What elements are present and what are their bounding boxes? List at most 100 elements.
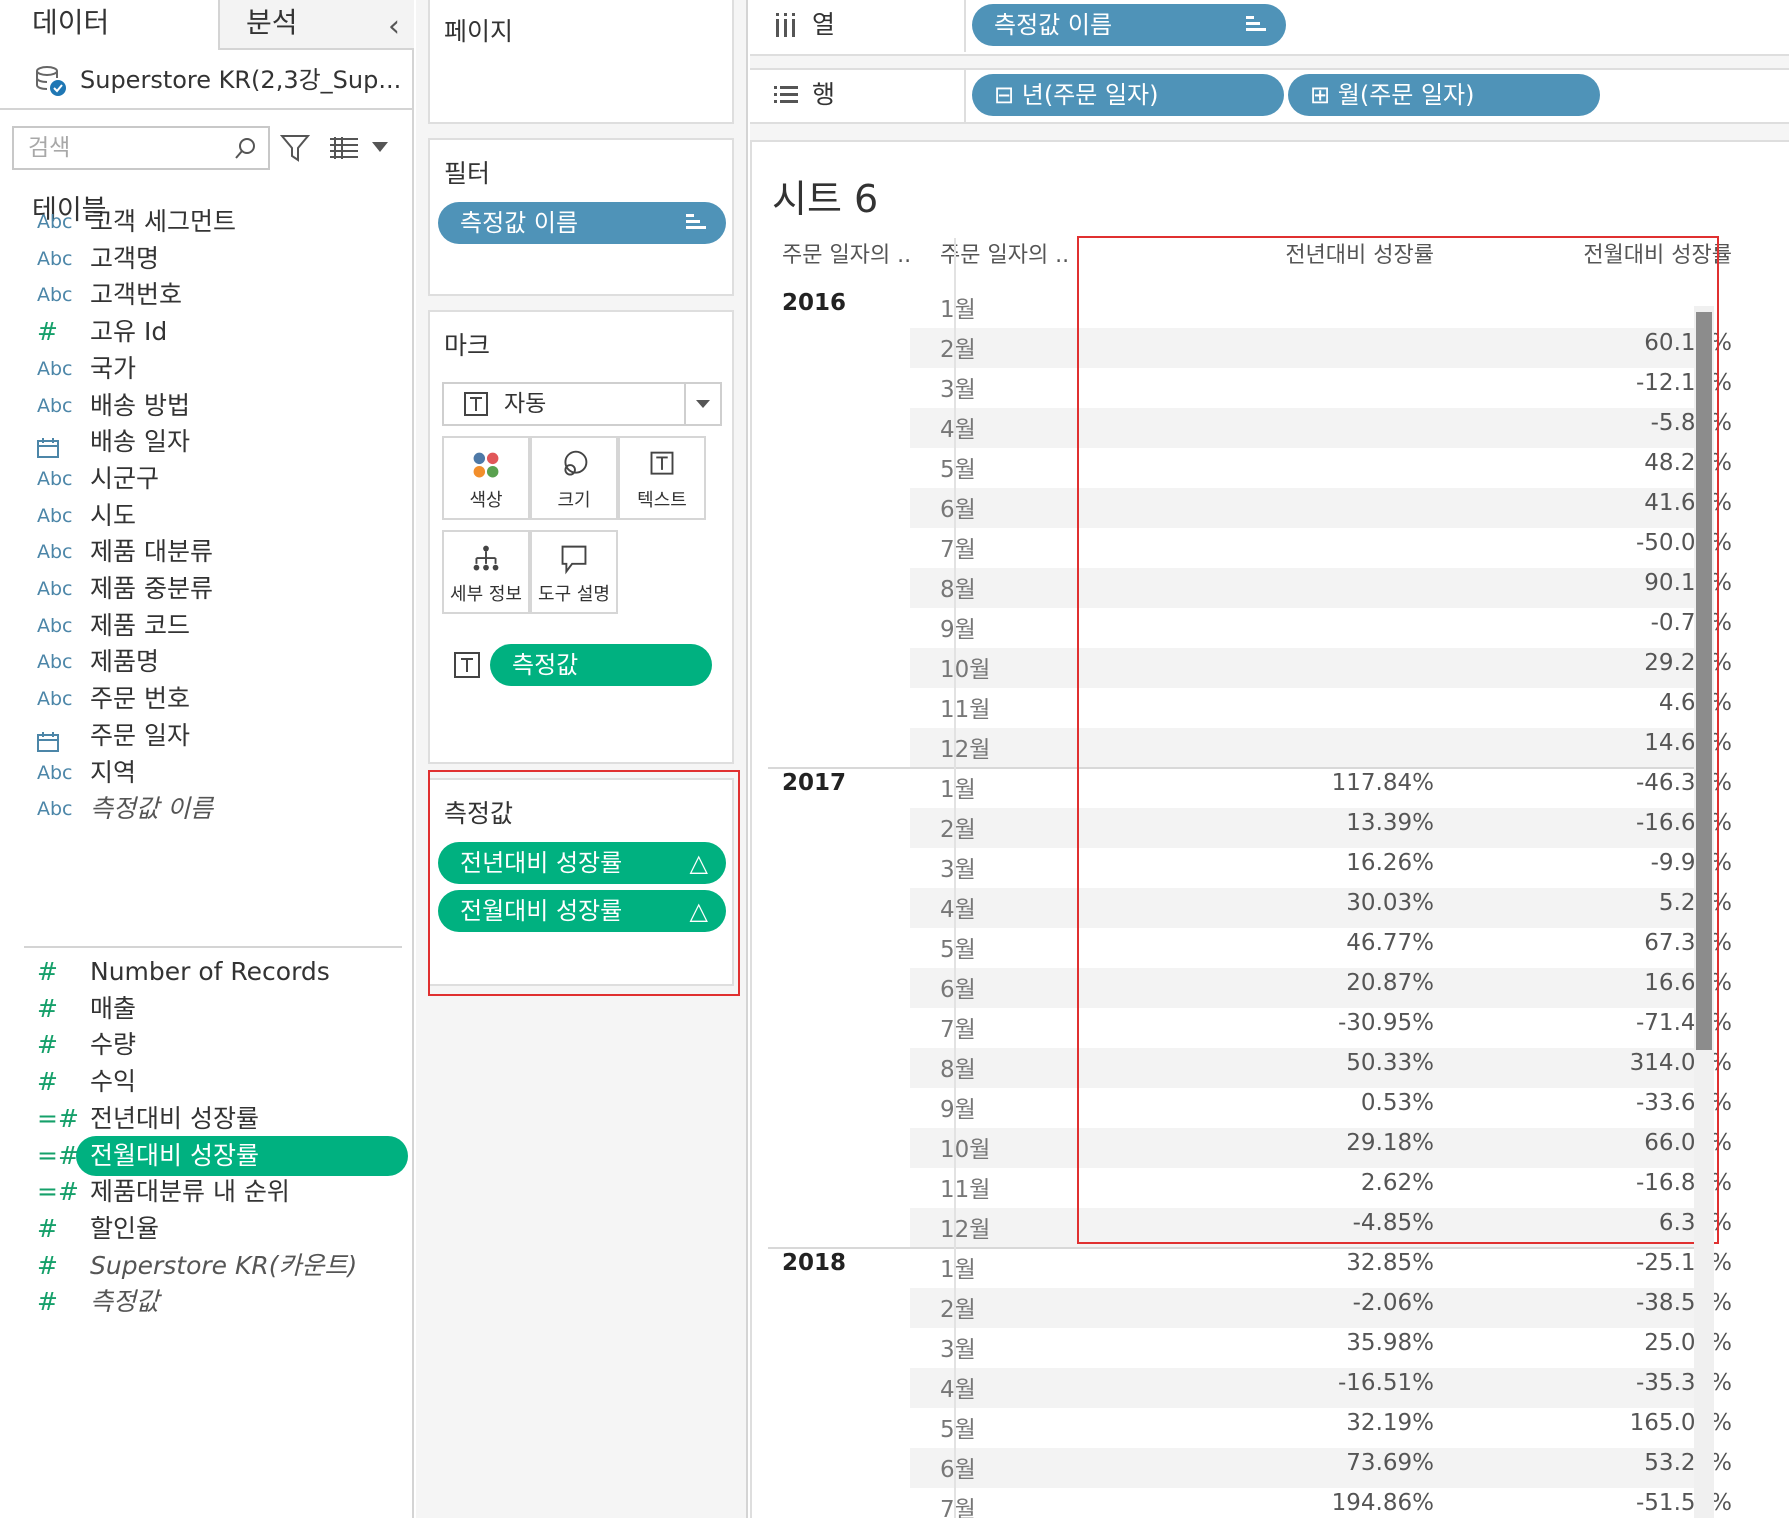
mom-cell[interactable]: 314.00% [1452,1050,1732,1076]
yoy-cell[interactable]: -2.06% [1092,1290,1434,1316]
filter-pill-measure-names[interactable]: 측정값 이름 [438,202,726,244]
mom-cell[interactable]: -51.58% [1452,1490,1732,1516]
collapse-chevron-icon[interactable]: ‹ [388,4,400,50]
field-item[interactable]: Abc 제품 중분류 [0,569,414,609]
field-item[interactable]: Abc 고객명 [0,239,414,279]
month-header[interactable]: 2월 [940,810,976,844]
pages-card[interactable]: 페이지 [428,0,734,124]
month-header[interactable]: 5월 [940,930,976,964]
field-item[interactable]: # 측정값 [0,1282,414,1322]
month-header[interactable]: 12월 [940,1210,990,1244]
mom-cell[interactable]: -9.91% [1452,850,1732,876]
month-header[interactable]: 6월 [940,490,976,524]
mom-cell[interactable]: 165.02% [1452,1410,1732,1436]
field-item[interactable]: 주문 일자 [0,716,414,756]
yoy-cell[interactable]: 16.26% [1092,850,1434,876]
measure-pill-mom[interactable]: 전월대비 성장률 △ [438,890,726,932]
mom-cell[interactable]: -46.37% [1452,770,1732,796]
mom-cell[interactable]: 29.22% [1452,650,1732,676]
mom-cell[interactable]: -50.08% [1452,530,1732,556]
month-header[interactable]: 4월 [940,1370,976,1404]
field-item[interactable]: # Superstore KR(카운트) [0,1246,414,1286]
mom-cell[interactable]: 66.04% [1452,1130,1732,1156]
yoy-cell[interactable]: 194.86% [1092,1490,1434,1516]
month-header[interactable]: 5월 [940,1410,976,1444]
mom-cell[interactable]: -38.54% [1452,1290,1732,1316]
size-button[interactable]: 크기 [530,436,618,520]
yoy-cell[interactable]: 13.39% [1092,810,1434,836]
field-item[interactable]: =# 제품대분류 내 순위 [0,1172,414,1212]
field-item[interactable]: =# 전년대비 성장률 [0,1099,414,1139]
mom-cell[interactable]: -25.12% [1452,1250,1732,1276]
field-item[interactable]: # 할인율 [0,1209,414,1249]
month-header[interactable]: 7월 [940,1010,976,1044]
measure-pill-yoy[interactable]: 전년대비 성장률 △ [438,842,726,884]
yoy-cell[interactable]: 20.87% [1092,970,1434,996]
yoy-cell[interactable]: 32.19% [1092,1410,1434,1436]
yoy-cell[interactable]: -30.95% [1092,1010,1434,1036]
mom-cell[interactable]: 90.15% [1452,570,1732,596]
field-item[interactable]: # Number of Records [0,952,414,992]
year-header[interactable]: 2017 [782,770,846,796]
mom-cell[interactable]: 53.23% [1452,1450,1732,1476]
list-view-icon[interactable] [330,137,358,159]
field-item[interactable]: # 수량 [0,1025,414,1065]
header-month[interactable]: 주문 일자의 .. [940,238,1069,276]
field-item[interactable]: Abc 제품명 [0,642,414,682]
month-header[interactable]: 9월 [940,1090,976,1124]
header-mom[interactable]: 전월대비 성장률 [1372,238,1732,276]
month-header[interactable]: 6월 [940,1450,976,1484]
yoy-cell[interactable]: 30.03% [1092,890,1434,916]
text-button[interactable]: 텍스트 [618,436,706,520]
field-item[interactable]: Abc 지역 [0,753,414,793]
field-item[interactable]: Abc 고객 세그먼트 [0,202,414,242]
month-header[interactable]: 3월 [940,1330,976,1364]
rows-shelf[interactable]: 행 ⊟ 년(주문 일자) ⊞ 월(주문 일자) [750,68,1789,124]
yoy-cell[interactable]: -16.51% [1092,1370,1434,1396]
mom-cell[interactable]: -12.14% [1452,370,1732,396]
mom-cell[interactable]: 67.38% [1452,930,1732,956]
field-item[interactable]: Abc 제품 대분류 [0,532,414,572]
month-header[interactable]: 6월 [940,970,976,1004]
columns-shelf[interactable]: 열 측정값 이름 [750,0,1789,56]
month-header[interactable]: 2월 [940,1290,976,1324]
search-icon[interactable] [234,136,258,160]
yoy-cell[interactable]: 46.77% [1092,930,1434,956]
mom-cell[interactable]: -71.48% [1452,1010,1732,1036]
month-header[interactable]: 12월 [940,730,990,764]
field-item[interactable]: 배송 일자 [0,422,414,462]
month-header[interactable]: 9월 [940,610,976,644]
field-item[interactable]: Abc 제품 코드 [0,606,414,646]
mom-cell[interactable]: -33.65% [1452,1090,1732,1116]
field-item[interactable]: Abc 고객번호 [0,275,414,315]
tab-data[interactable]: 데이터 [0,0,220,50]
yoy-cell[interactable]: 117.84% [1092,770,1434,796]
month-header[interactable]: 8월 [940,1050,976,1084]
yoy-cell[interactable]: -4.85% [1092,1210,1434,1236]
mom-cell[interactable]: 5.26% [1452,890,1732,916]
mom-cell[interactable]: -16.63% [1452,810,1732,836]
mom-cell[interactable]: -35.37% [1452,1370,1732,1396]
rows-pill-month[interactable]: ⊞ 월(주문 일자) [1288,74,1600,116]
yoy-cell[interactable]: 29.18% [1092,1130,1434,1156]
mom-cell[interactable]: 48.29% [1452,450,1732,476]
field-item[interactable]: Abc 국가 [0,349,414,389]
field-item[interactable]: Abc 배송 방법 [0,386,414,426]
mark-type-arrow[interactable] [684,384,720,424]
month-header[interactable]: 1월 [940,290,976,324]
month-header[interactable]: 10월 [940,650,990,684]
yoy-cell[interactable]: 50.33% [1092,1050,1434,1076]
expand-icon[interactable]: ⊞ [1310,81,1330,109]
month-header[interactable]: 7월 [940,1490,976,1518]
month-header[interactable]: 2월 [940,330,976,364]
month-header[interactable]: 3월 [940,850,976,884]
year-header[interactable]: 2016 [782,290,846,316]
sheet-title[interactable]: 시트 6 [772,168,878,223]
year-header[interactable]: 2018 [782,1250,846,1276]
mom-cell[interactable]: -5.88% [1452,410,1732,436]
header-year[interactable]: 주문 일자의 .. [782,238,911,276]
field-item[interactable]: Abc 시도 [0,496,414,536]
month-header[interactable]: 7월 [940,530,976,564]
field-item[interactable]: Abc 측정값 이름 [0,789,414,829]
mom-cell[interactable]: -0.78% [1452,610,1732,636]
